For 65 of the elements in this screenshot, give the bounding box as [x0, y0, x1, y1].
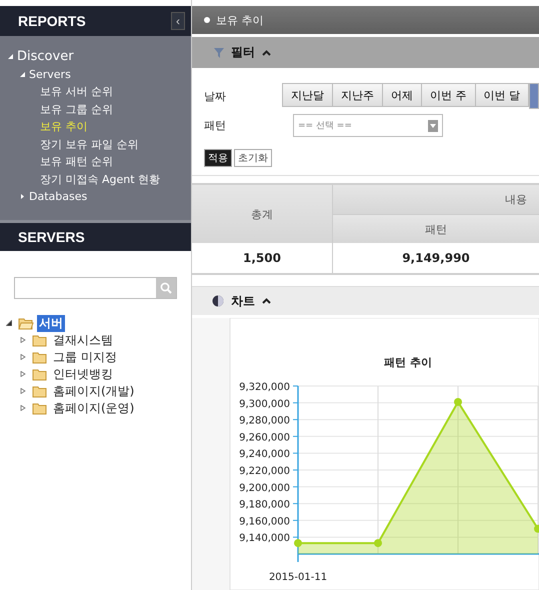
tree-item[interactable]: 서버: [37, 314, 65, 332]
y-axis-label: 9,240,000: [239, 449, 290, 460]
menu-item[interactable]: 보유 그룹 순위: [0, 100, 191, 118]
apply-button[interactable]: 적용: [204, 149, 232, 167]
menu-item[interactable]: 보유 패턴 순위: [0, 153, 191, 170]
reports-title: REPORTS: [18, 13, 86, 29]
chart-title: 패턴 추이: [384, 356, 432, 369]
collapse-chevron-icon[interactable]: [262, 50, 271, 56]
y-axis-label: 9,200,000: [239, 482, 290, 494]
tree-item[interactable]: 홈페이지(운영): [51, 400, 136, 416]
date-button[interactable]: 이번 달: [474, 83, 529, 107]
date-button[interactable]: 지난달: [282, 83, 333, 107]
collapse-button[interactable]: ‹: [171, 12, 185, 30]
y-axis-label: 9,220,000: [239, 466, 290, 477]
data-point: [294, 539, 302, 548]
page-title: 보유 추이: [216, 12, 264, 28]
bullet-icon: [204, 17, 210, 23]
y-axis-label: 9,300,000: [239, 398, 290, 410]
search-field[interactable]: [14, 276, 177, 298]
collapse-chevron-icon[interactable]: [262, 298, 271, 304]
y-axis-label: 9,260,000: [239, 432, 290, 444]
tree-item[interactable]: 홈페이지(개발): [51, 382, 136, 400]
menu-item[interactable]: 장기 보유 파일 순위: [0, 136, 191, 153]
date-button[interactable]: 지난주: [332, 83, 383, 107]
folder-icon: [32, 384, 48, 398]
folder-icon: [32, 402, 48, 414]
chart-title: 차트: [231, 292, 255, 310]
y-axis-label: 9,320,000: [239, 382, 290, 393]
date-button[interactable]: 어제: [382, 83, 422, 107]
y-axis-label: 9,160,000: [239, 516, 290, 528]
filter-title: 필터: [231, 44, 255, 61]
table-header: 패턴: [333, 215, 539, 243]
folder-icon: [32, 334, 48, 346]
folder-icon: [18, 316, 34, 330]
y-axis-label: 9,140,000: [239, 533, 290, 544]
folder-icon: [32, 368, 48, 380]
servers-title: SERVERS: [18, 228, 85, 244]
table-header: 내용: [333, 185, 539, 215]
reset-button[interactable]: 초기화: [234, 149, 272, 167]
x-axis-label: 2015-01-11: [268, 572, 328, 583]
menu-item[interactable]: Servers: [29, 66, 71, 83]
tree-item[interactable]: 결재시스템: [51, 332, 115, 348]
expand-arrow-icon[interactable]: [6, 320, 12, 326]
pie-icon: [212, 295, 224, 307]
pattern-label: 패턴: [204, 118, 227, 133]
menu-item[interactable]: 보유 추이: [0, 118, 191, 136]
folder-icon: [32, 350, 48, 364]
menu-item[interactable]: Discover: [17, 48, 74, 66]
pattern-dropdown[interactable]: == 선택 ==: [293, 114, 443, 137]
table-cell-text: 9,149,990: [401, 250, 471, 267]
tree-item[interactable]: 인터넷뱅킹: [51, 366, 115, 382]
menu-item[interactable]: 장기 미접속 Agent 현황: [0, 170, 191, 188]
date-button[interactable]: 이번 주: [421, 83, 476, 107]
data-point: [374, 539, 382, 548]
menu-item[interactable]: 보유 서버 순위: [0, 83, 191, 100]
table-header: 총계: [192, 185, 333, 243]
tree-item[interactable]: 그룹 미지정: [51, 348, 119, 366]
data-point: [454, 398, 462, 406]
filter-icon: [214, 48, 224, 58]
y-axis-label: 9,180,000: [239, 500, 290, 511]
table-cell: 1,500: [192, 243, 333, 273]
y-axis-label: 9,280,000: [239, 416, 290, 427]
menu-item[interactable]: Databases: [29, 188, 88, 206]
data-point: [534, 524, 539, 533]
date-label: 날짜: [204, 88, 227, 104]
